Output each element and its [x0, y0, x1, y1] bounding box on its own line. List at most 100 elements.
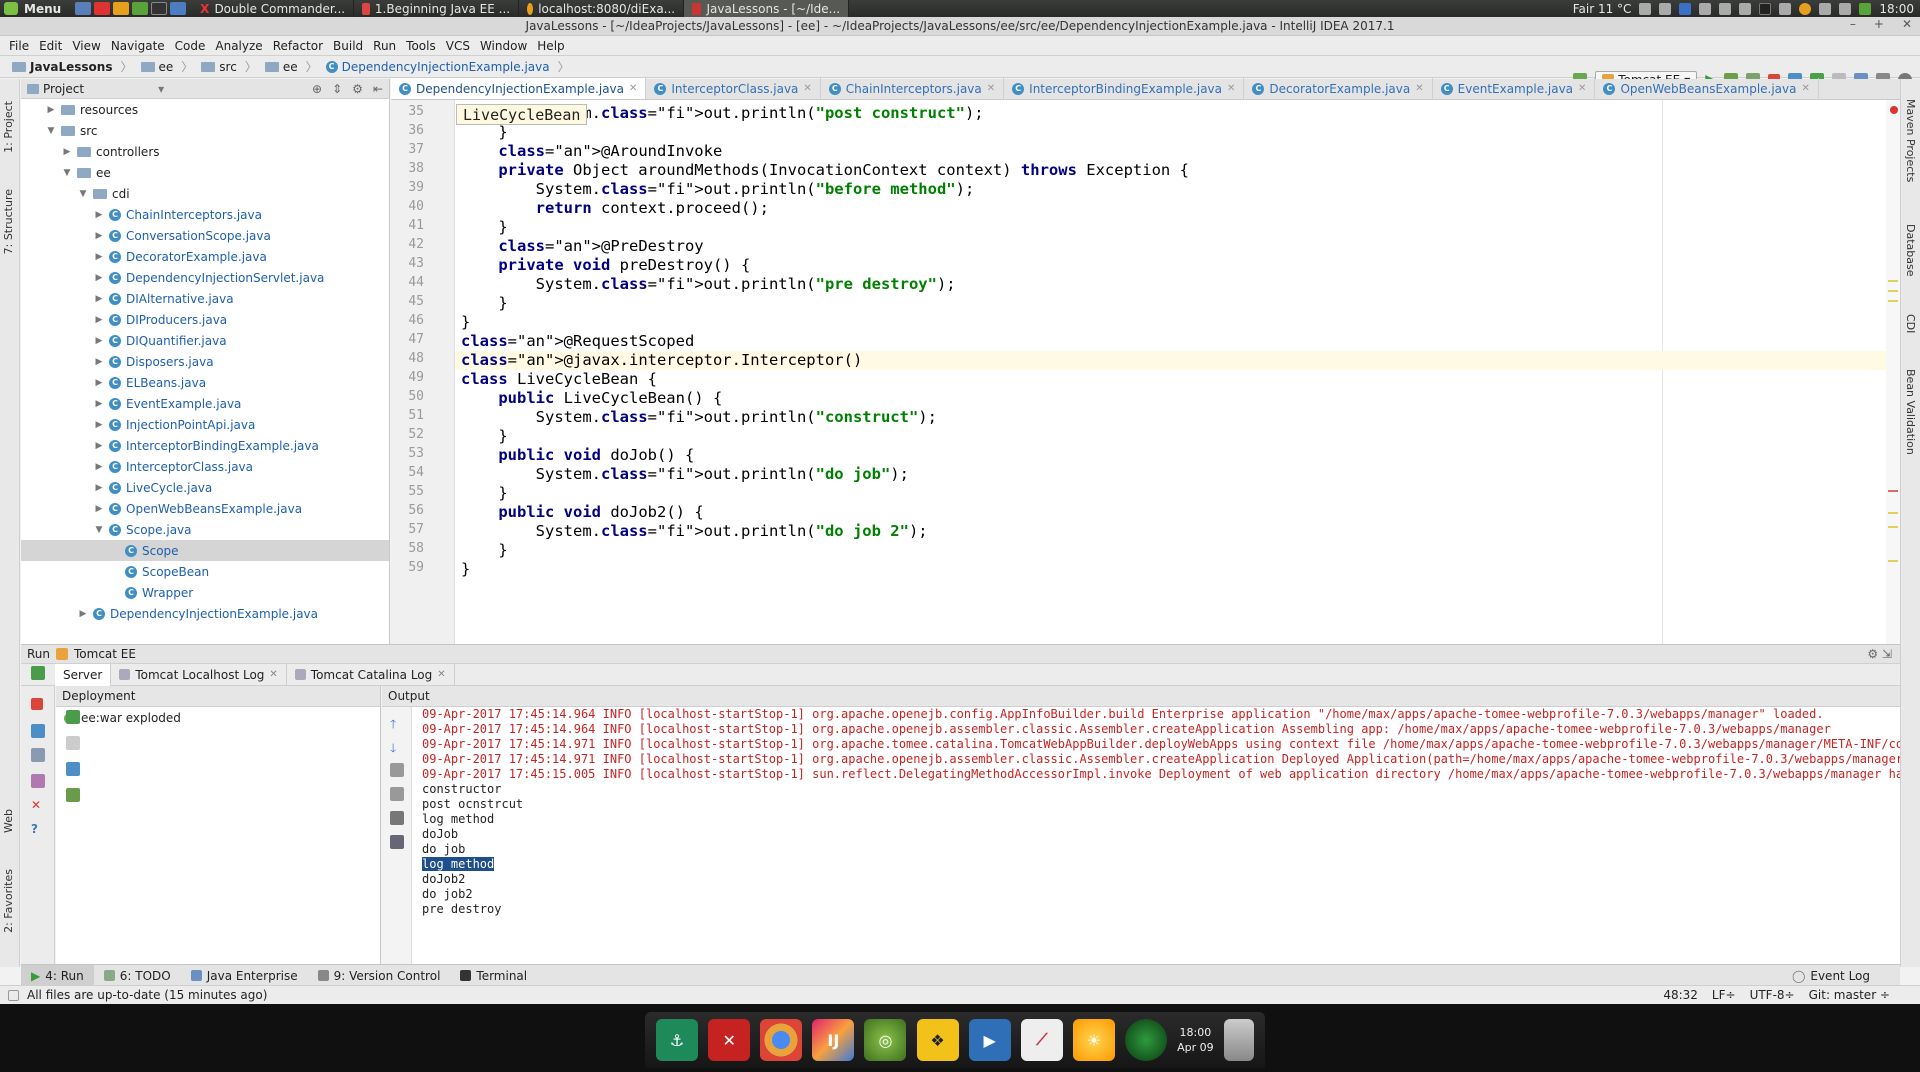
weather-app-icon[interactable]: ☀	[1072, 1019, 1115, 1061]
tree-node[interactable]: ▶ C Disposers.java	[21, 351, 389, 372]
rerun-icon[interactable]	[31, 666, 45, 680]
menu-tools[interactable]: Tools	[401, 39, 441, 53]
dropbox-icon[interactable]	[1779, 2, 1792, 15]
spiral-app-icon[interactable]: ◎	[864, 1019, 907, 1061]
error-marker-icon[interactable]	[1890, 106, 1898, 114]
help-icon[interactable]: ?	[31, 822, 45, 836]
start-menu-button[interactable]: Menu	[0, 2, 69, 16]
code-line[interactable]: class LiveCycleBean {	[461, 370, 657, 389]
menu-vcs[interactable]: VCS	[441, 39, 475, 53]
soft-wrap-icon[interactable]	[390, 763, 404, 777]
menu-navigate[interactable]: Navigate	[106, 39, 170, 53]
warning-marker[interactable]	[1888, 560, 1898, 562]
code-area[interactable]: System.class="fi">out.println("post cons…	[455, 100, 1890, 644]
code-line[interactable]: public void doJob() {	[461, 446, 694, 465]
collapsed-arrow-icon[interactable]: ▶	[93, 252, 105, 262]
code-line[interactable]: private Object aroundMethods(InvocationC…	[461, 161, 1189, 180]
trash-icon[interactable]	[1223, 1019, 1254, 1061]
deploy-icon[interactable]	[66, 710, 80, 724]
close-icon[interactable]: ✕	[31, 798, 45, 812]
add-artifact-icon[interactable]	[66, 788, 80, 802]
tree-node[interactable]: ▼ C Scope.java	[21, 519, 389, 540]
tree-node[interactable]: ▶ C EventExample.java	[21, 393, 389, 414]
editor-tab[interactable]: C InterceptorBindingExample.java ✕	[1004, 78, 1245, 99]
event-log-button[interactable]: ◯ Event Log	[1782, 965, 1900, 987]
deployment-item[interactable]: ee:war exploded	[56, 707, 380, 729]
expanded-arrow-icon[interactable]: ▼	[61, 168, 73, 178]
code-line[interactable]: }	[461, 560, 470, 579]
menu-analyze[interactable]: Analyze	[210, 39, 267, 53]
tab-java-enterprise[interactable]: Java Enterprise	[181, 965, 308, 987]
gear-icon[interactable]: ⚙	[352, 82, 363, 96]
tree-node[interactable]: ▶ C LiveCycle.java	[21, 477, 389, 498]
tree-node[interactable]: ▶ C InterceptorClass.java	[21, 456, 389, 477]
tool-window-web[interactable]: Web	[2, 809, 15, 833]
code-line[interactable]: public LiveCycleBean() {	[461, 389, 722, 408]
update-icon[interactable]	[1859, 2, 1872, 15]
collapsed-arrow-icon[interactable]: ▶	[93, 294, 105, 304]
tree-node[interactable]: ▶ C OpenWebBeansExample.java	[21, 498, 389, 519]
editor-tab[interactable]: C InterceptorClass.java ✕	[646, 78, 821, 99]
close-icon[interactable]: ✕	[269, 669, 277, 680]
warning-marker[interactable]	[1888, 300, 1898, 302]
collapsed-arrow-icon[interactable]: ▶	[93, 420, 105, 430]
error-stripe[interactable]	[1886, 100, 1900, 644]
code-line[interactable]: class="an">@RequestScoped	[461, 332, 694, 351]
stop-icon[interactable]	[31, 698, 43, 710]
tool-window-maven[interactable]: Maven Projects	[1904, 99, 1917, 182]
dump-threads-icon[interactable]	[31, 748, 45, 762]
arrow-down-icon[interactable]: 🡓	[390, 739, 404, 755]
scroll-from-source-icon[interactable]: ⊕	[312, 82, 322, 96]
tree-node[interactable]: ▶ controllers	[21, 141, 389, 162]
close-tab-icon[interactable]: ✕	[987, 83, 995, 94]
warning-marker[interactable]	[1888, 512, 1898, 514]
code-line[interactable]: }	[461, 541, 507, 560]
collapsed-arrow-icon[interactable]: ▶	[77, 609, 89, 619]
expanded-arrow-icon[interactable]: ▼	[93, 525, 105, 535]
shield-icon[interactable]	[1819, 2, 1832, 15]
file-encoding[interactable]: UTF-8÷	[1750, 988, 1795, 1002]
undeploy-icon[interactable]	[66, 736, 80, 750]
system-monitor-icon[interactable]: ⟋	[1020, 1019, 1063, 1061]
collapsed-arrow-icon[interactable]: ▶	[93, 231, 105, 241]
pin-icon[interactable]	[31, 774, 45, 788]
close-tab-icon[interactable]: ✕	[629, 83, 637, 94]
editor-tab[interactable]: C DecoratorExample.java ✕	[1244, 78, 1433, 99]
intellij-icon[interactable]: IJ	[812, 1019, 855, 1061]
tree-node[interactable]: ▼ src	[21, 120, 389, 141]
menu-help[interactable]: Help	[532, 39, 569, 53]
git-branch[interactable]: Git: master ÷	[1809, 988, 1890, 1002]
chrome-icon[interactable]	[760, 1019, 803, 1061]
tree-node[interactable]: ▶ C DIAlternative.java	[21, 288, 389, 309]
tool-window-cdi[interactable]: CDI	[1904, 314, 1917, 333]
print-icon[interactable]	[390, 811, 404, 825]
arrow-up-icon[interactable]: 🡑	[390, 715, 404, 731]
tree-node[interactable]: ▶ C InterceptorBindingExample.java	[21, 435, 389, 456]
taskbar-item-pdf[interactable]: 1.Beginning Java EE ...	[354, 0, 520, 17]
double-commander-icon[interactable]: ✕	[708, 1019, 751, 1061]
code-line[interactable]: System.class="fi">out.println("construct…	[461, 408, 937, 427]
error-marker[interactable]	[1888, 490, 1898, 492]
code-line[interactable]: }	[461, 294, 507, 313]
panel-clock[interactable]: 18:00	[1879, 2, 1914, 16]
tool-windows-toggle-icon[interactable]	[8, 989, 19, 1001]
virtualbox-icon[interactable]: ❖	[916, 1019, 959, 1061]
editor-tab[interactable]: C DependencyInjectionExample.java ✕	[391, 78, 647, 99]
code-line[interactable]: System.class="fi">out.println("do job 2"…	[461, 522, 928, 541]
menu-edit[interactable]: Edit	[34, 39, 67, 53]
code-line[interactable]: private void preDestroy() {	[461, 256, 750, 275]
tree-node[interactable]: ▶ C ELBeans.java	[21, 372, 389, 393]
caret-position[interactable]: 48:32	[1663, 988, 1698, 1002]
collapsed-arrow-icon[interactable]: ▶	[93, 483, 105, 493]
close-tab-icon[interactable]: ✕	[803, 83, 811, 94]
menu-view[interactable]: View	[67, 39, 105, 53]
taskbar-item-intellij[interactable]: JavaLessons - [~/Ide...	[684, 0, 850, 17]
code-line[interactable]: return context.proceed();	[461, 199, 769, 218]
folder-icon[interactable]	[170, 2, 187, 15]
tab-todo[interactable]: 6: TODO	[94, 965, 181, 987]
warning-marker[interactable]	[1888, 290, 1898, 292]
breadcrumb-src[interactable]: src 〉	[197, 58, 261, 75]
warning-marker[interactable]	[1888, 280, 1898, 282]
collapsed-arrow-icon[interactable]: ▶	[61, 147, 73, 157]
code-line[interactable]: public void doJob2() {	[461, 503, 703, 522]
